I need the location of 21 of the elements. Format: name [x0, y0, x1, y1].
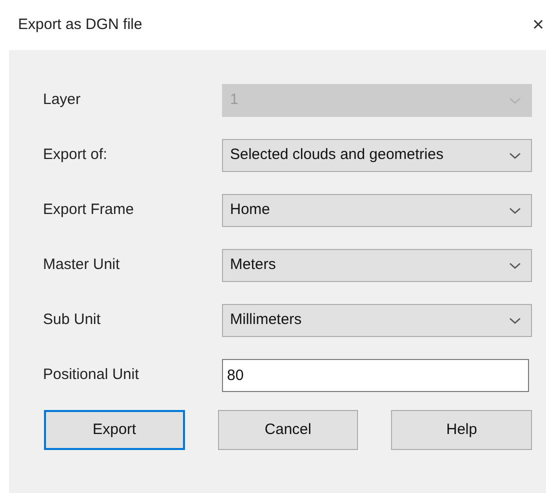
field-label: Export of:	[43, 145, 108, 166]
chevron-down-icon	[509, 316, 521, 324]
field-label: Layer	[43, 90, 82, 110]
chevron-down-icon	[509, 152, 521, 160]
dialog-button[interactable]: Help	[391, 410, 532, 450]
dropdown[interactable]: Meters	[222, 249, 532, 282]
chevron-down-icon	[509, 262, 521, 270]
dropdown[interactable]: Home	[222, 194, 532, 227]
dropdown[interactable]: Millimeters	[222, 304, 532, 337]
window-title: Export as DGN file	[18, 14, 142, 35]
field-label: Positional Unit	[43, 365, 140, 386]
dropdown[interactable]: Selected clouds and geometries	[222, 139, 532, 172]
dialog-button[interactable]: Cancel	[218, 410, 358, 450]
field-label: Export Frame	[43, 200, 135, 220]
field-label: Sub Unit	[43, 310, 102, 330]
input-field[interactable]: 80	[222, 359, 529, 392]
chevron-down-icon	[509, 96, 521, 104]
chevron-down-icon	[509, 206, 521, 214]
field-label: Master Unit	[43, 255, 121, 276]
dialog-button[interactable]: Export	[44, 410, 185, 450]
close-button[interactable]: ×	[532, 15, 544, 35]
